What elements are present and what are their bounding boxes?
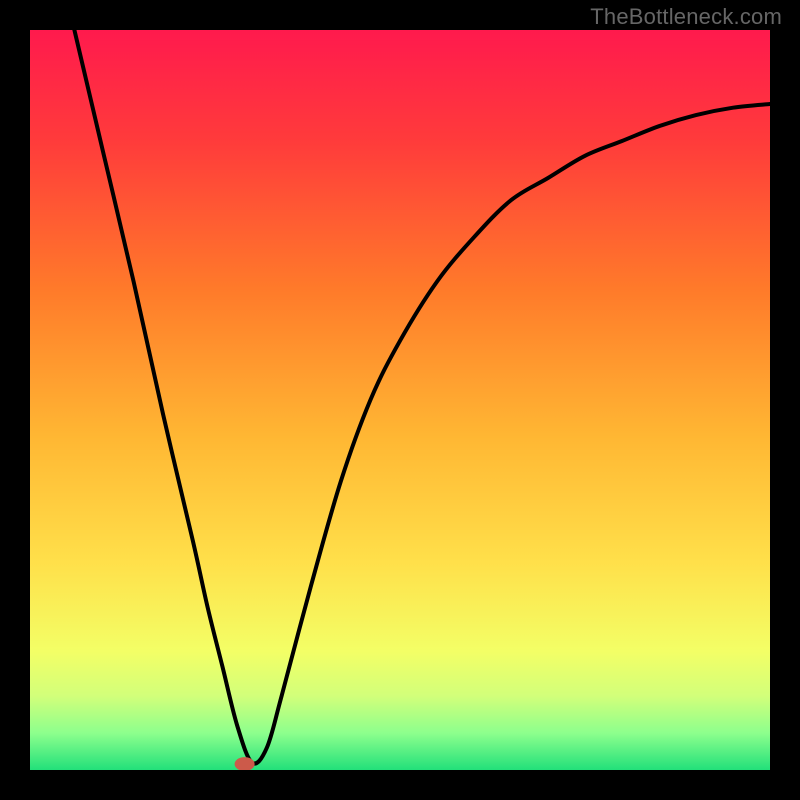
chart-svg — [30, 30, 770, 770]
chart-frame: TheBottleneck.com — [0, 0, 800, 800]
watermark-text: TheBottleneck.com — [590, 4, 782, 30]
plot-area — [30, 30, 770, 770]
gradient-background — [30, 30, 770, 770]
